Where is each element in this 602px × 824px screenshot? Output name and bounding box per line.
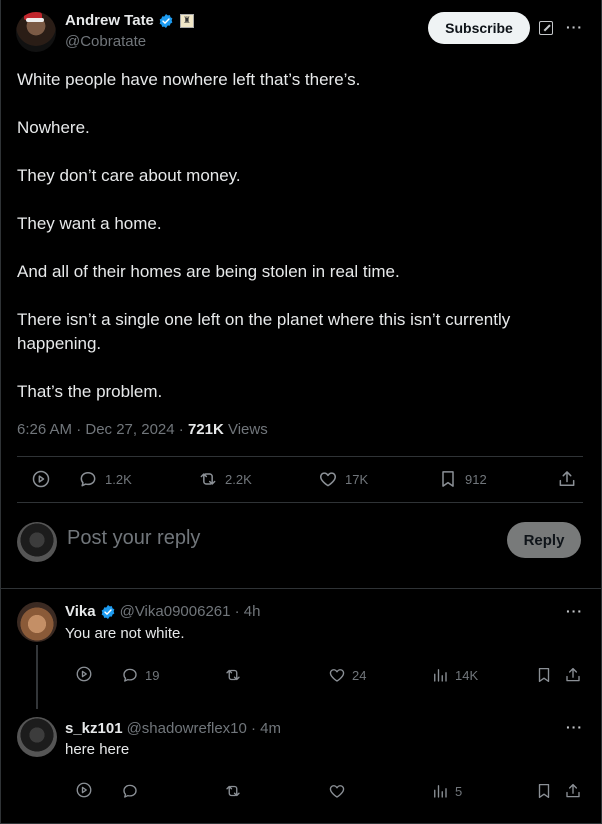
bookmark-action-button[interactable] [535,782,553,800]
more-options-icon[interactable]: ··· [566,603,583,619]
share-icon [566,783,580,798]
post-paragraph: And all of their homes are being stolen … [17,262,400,281]
repost-icon [226,785,240,797]
share-icon [566,667,580,682]
like-action-button[interactable]: 17K [318,469,368,489]
analytics-icon [434,669,447,682]
reply-author-row: s_kz101 @shadowreflex10 · 4m [65,720,281,737]
reply-button[interactable]: Reply [507,522,581,558]
reply-author-handle[interactable]: @shadowreflex10 · 4m [127,720,281,737]
views-action-button[interactable]: 14K [431,666,478,684]
share-action-button[interactable] [557,469,577,489]
like-action-button[interactable] [328,782,352,800]
play-circle-icon [76,666,92,682]
bookmark-icon [442,471,454,487]
play-circle-icon [76,782,92,798]
views-count: 5 [455,783,463,799]
post-text: White people have nowhere left that’s th… [17,68,577,428]
thread-connector-line [36,645,38,709]
reply-action-button[interactable]: 19 [121,666,159,684]
post-header: Andrew Tate ♜ @Cobratate Subscribe ··· [16,10,586,54]
comment-icon [80,472,96,487]
views-action-button[interactable]: 5 [431,782,462,800]
grok-analyze-button[interactable] [31,469,51,489]
verified-badge-icon [101,604,114,619]
reply-author-name[interactable]: Vika [65,603,96,620]
reply-action-button[interactable]: 1.2K [78,469,132,489]
repost-icon [226,669,240,681]
subscribe-button[interactable]: Subscribe [428,12,530,44]
post-timestamp[interactable]: 6:26 AM · Dec 27, 2024 · [17,421,188,438]
bookmark-action-button[interactable]: 912 [438,469,487,489]
post-paragraph: Nowhere. [17,118,90,137]
current-user-avatar[interactable] [17,522,57,562]
more-options-icon[interactable]: ··· [566,19,583,35]
divider [17,456,583,457]
reply-author-avatar[interactable] [17,602,57,642]
reply-count: 1.2K [105,471,132,487]
play-circle-icon [32,470,50,488]
heart-icon [329,669,345,682]
post-paragraph: They want a home. [17,214,162,233]
grok-analyze-button[interactable] [75,665,93,683]
post-paragraph: They don’t care about money. [17,166,241,185]
bookmark-icon [538,783,550,799]
bookmark-action-button[interactable] [535,666,553,684]
verified-badge-icon [159,13,173,28]
reply-text: here here [65,741,130,758]
bookmark-icon [538,667,550,683]
analytics-icon [434,785,447,798]
more-options-icon[interactable]: ··· [566,719,583,735]
like-count: 24 [352,667,367,683]
post-metadata: 6:26 AM · Dec 27, 2024 · 721K Views [17,421,268,438]
share-action-button[interactable] [564,782,582,800]
reply-input[interactable]: Post your reply [67,527,200,550]
grok-analyze-button[interactable] [75,781,93,799]
comment-icon [123,784,137,798]
reply-count: 19 [145,667,160,683]
repost-action-button[interactable] [224,782,248,800]
repost-icon [200,473,216,485]
reply-author-avatar[interactable] [17,717,57,757]
repost-action-button[interactable]: 2.2K [198,469,252,489]
post-paragraph: White people have nowhere left that’s th… [17,70,361,89]
repost-count: 2.2K [225,471,252,487]
reply-author-handle[interactable]: @Vika09006261 · 4h [120,603,261,620]
repost-action-button[interactable] [224,666,248,684]
affiliation-badge-icon[interactable]: ♜ [179,13,194,28]
share-action-button[interactable] [564,666,582,684]
author-name[interactable]: Andrew Tate [65,12,154,29]
reply-text: You are not white. [65,625,185,642]
views-count: 14K [455,667,479,683]
share-icon [559,471,575,486]
like-count: 17K [345,471,369,487]
bookmark-count: 912 [465,471,487,487]
author-handle[interactable]: @Cobratate [65,33,146,50]
divider [17,502,583,503]
views-count[interactable]: 721K [188,421,224,438]
like-action-button[interactable]: 24 [328,666,366,684]
comment-icon [123,668,137,682]
post-paragraph: That’s the problem. [17,382,163,401]
divider [0,588,602,589]
views-label: Views [223,421,268,438]
heart-icon [329,785,345,798]
santa-hat-icon [24,12,44,22]
post-paragraph: There isn’t a single one left on the pla… [17,310,511,353]
author-avatar[interactable] [16,12,56,52]
heart-icon [319,472,337,487]
reply-author-row: Vika @Vika09006261 · 4h [65,603,260,620]
reply-author-name[interactable]: s_kz101 [65,720,123,737]
reply-action-button[interactable] [121,782,145,800]
post-action-bar: 1.2K 2.2K 17K 912 [17,458,583,502]
grok-icon[interactable] [539,21,553,35]
